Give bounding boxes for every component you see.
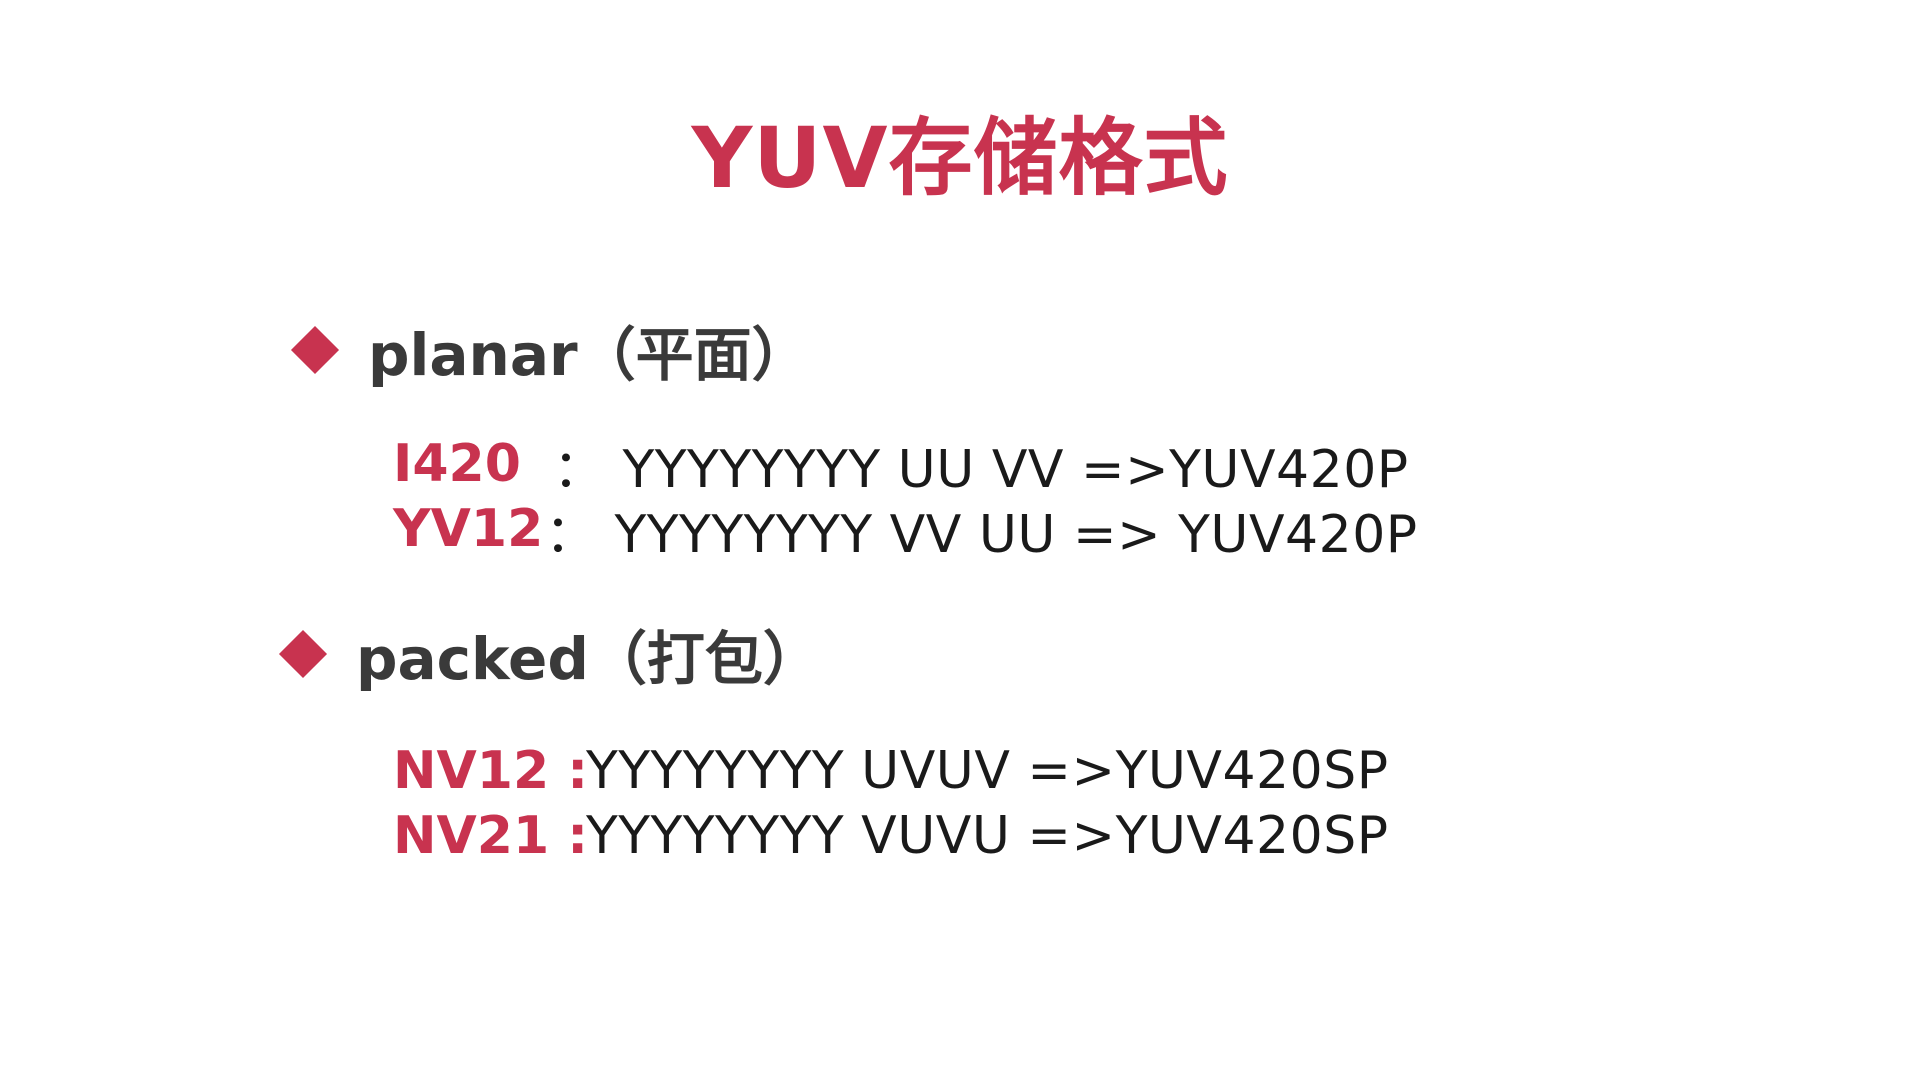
slide-title: YUV存储格式	[691, 109, 1229, 207]
format-layout: ： YYYYYYYY UU VV =>YUV420P	[553, 439, 1409, 500]
format-name: I420	[393, 434, 521, 494]
format-line-nv21: NV21 : YYYYYYYY VUVU =>YUV420SP	[393, 804, 1389, 868]
format-name: NV12 :	[393, 741, 589, 801]
format-name: YV12	[393, 499, 544, 559]
format-line-i420: I420 ： YYYYYYYY UU VV =>YUV420P	[393, 432, 1409, 500]
section-packed: packed（打包）	[278, 614, 821, 694]
diamond-bullet-icon	[278, 629, 328, 679]
format-line-nv12: NV12 : YYYYYYYY UVUV =>YUV420SP	[393, 739, 1389, 803]
format-name: NV21 :	[393, 806, 589, 866]
section-heading-packed: packed（打包）	[356, 625, 821, 693]
section-heading-planar: planar（平面）	[368, 321, 810, 389]
format-layout: YYYYYYYY UVUV =>YUV420SP	[586, 741, 1389, 801]
format-layout: YYYYYYYY VUVU =>YUV420SP	[586, 806, 1389, 866]
format-layout: ： YYYYYYYY VV UU => YUV420P	[545, 504, 1418, 565]
section-planar: planar（平面）	[290, 310, 810, 390]
format-line-yv12: YV12 ： YYYYYYYY VV UU => YUV420P	[393, 497, 1418, 565]
slide: YUV存储格式 planar（平面） I420 ： YYYYYYYY UU VV…	[0, 0, 1920, 1080]
diamond-bullet-icon	[290, 325, 340, 375]
